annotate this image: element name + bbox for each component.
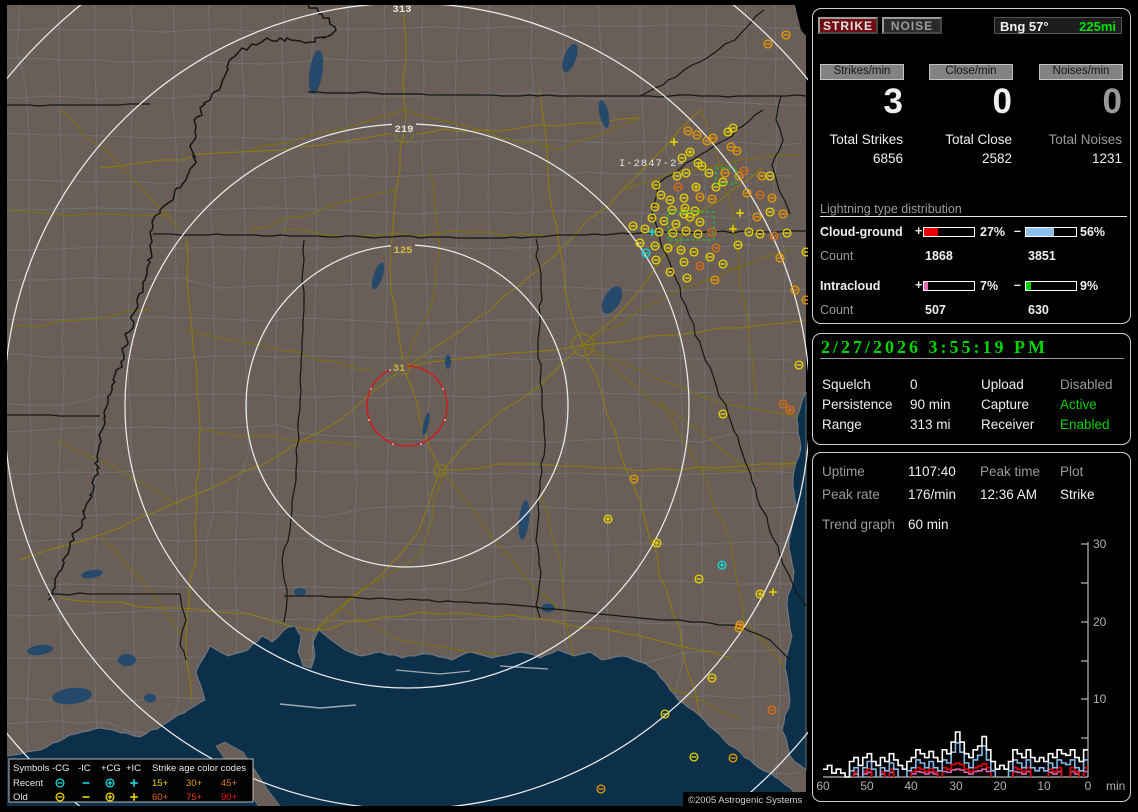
svg-text:+CG: +CG (101, 763, 121, 774)
svg-text:20: 20 (1093, 615, 1107, 629)
svg-text:31: 31 (393, 363, 406, 375)
svg-text:Old: Old (13, 792, 28, 803)
svg-text:45+: 45+ (221, 778, 238, 789)
svg-text:10: 10 (1093, 692, 1107, 706)
svg-text:60+: 60+ (152, 792, 169, 803)
svg-text:90+: 90+ (221, 792, 238, 803)
svg-text:219: 219 (395, 124, 414, 136)
svg-text:-CG: -CG (52, 763, 69, 774)
svg-text:75+: 75+ (186, 792, 203, 803)
svg-text:125: 125 (394, 245, 413, 257)
svg-text:Symbols: Symbols (13, 763, 50, 774)
svg-text:min: min (1106, 779, 1125, 793)
svg-text:60: 60 (816, 779, 830, 793)
svg-text:20: 20 (993, 779, 1007, 793)
svg-text:50: 50 (860, 779, 874, 793)
svg-text:30: 30 (949, 779, 963, 793)
svg-text:Recent: Recent (13, 778, 43, 789)
svg-text:40: 40 (904, 779, 918, 793)
svg-text:30+: 30+ (186, 778, 203, 789)
svg-text:10: 10 (1037, 779, 1051, 793)
svg-text:+IC: +IC (126, 763, 141, 774)
svg-text:15+: 15+ (152, 778, 169, 789)
svg-text:©2005 Astrogenic Systems: ©2005 Astrogenic Systems (688, 795, 802, 806)
svg-text:313: 313 (393, 4, 412, 16)
svg-text:Strike age color codes: Strike age color codes (152, 763, 246, 774)
svg-text:30: 30 (1093, 537, 1107, 551)
svg-text:I-2847-2–: I-2847-2– (619, 158, 685, 170)
svg-text:0: 0 (1085, 779, 1092, 793)
svg-text:-IC: -IC (78, 763, 91, 774)
